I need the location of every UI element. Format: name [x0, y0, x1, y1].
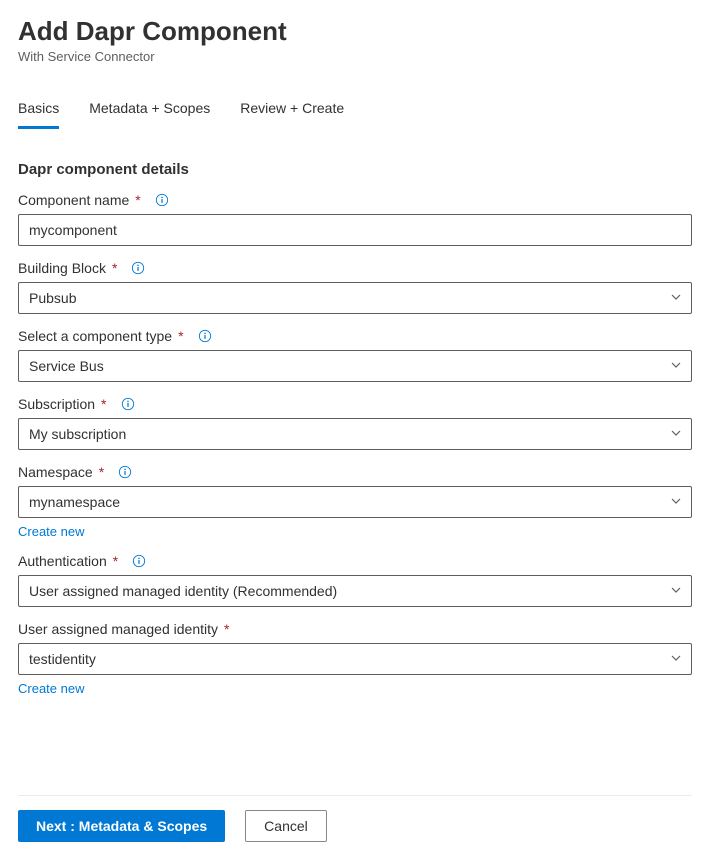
label-subscription: Subscription — [18, 396, 95, 412]
label-building-block: Building Block — [18, 260, 106, 276]
info-icon[interactable] — [121, 397, 135, 411]
info-icon[interactable] — [131, 261, 145, 275]
create-new-namespace-link[interactable]: Create new — [18, 524, 84, 539]
info-icon[interactable] — [132, 554, 146, 568]
tab-bar: Basics Metadata + Scopes Review + Create — [18, 94, 692, 129]
component-name-input[interactable] — [18, 214, 692, 246]
required-marker: * — [101, 396, 106, 412]
section-title: Dapr component details — [18, 161, 692, 178]
required-marker: * — [224, 621, 229, 637]
required-marker: * — [99, 464, 104, 480]
info-icon[interactable] — [155, 193, 169, 207]
tab-review-create[interactable]: Review + Create — [240, 94, 344, 129]
field-subscription: Subscription * — [18, 396, 692, 450]
next-button[interactable]: Next : Metadata & Scopes — [18, 810, 225, 842]
uami-select[interactable] — [18, 643, 692, 675]
field-component-name: Component name * — [18, 192, 692, 246]
field-authentication: Authentication * — [18, 553, 692, 607]
create-new-uami-link[interactable]: Create new — [18, 681, 84, 696]
panel-subtitle: With Service Connector — [18, 49, 287, 64]
info-icon[interactable] — [118, 465, 132, 479]
info-icon[interactable] — [198, 329, 212, 343]
tab-basics[interactable]: Basics — [18, 94, 59, 129]
field-uami: User assigned managed identity * Create … — [18, 621, 692, 696]
component-type-select[interactable] — [18, 350, 692, 382]
label-uami: User assigned managed identity — [18, 621, 218, 637]
authentication-select[interactable] — [18, 575, 692, 607]
required-marker: * — [112, 260, 117, 276]
field-namespace: Namespace * Create new — [18, 464, 692, 539]
field-building-block: Building Block * — [18, 260, 692, 314]
label-namespace: Namespace — [18, 464, 93, 480]
building-block-select[interactable] — [18, 282, 692, 314]
label-component-name: Component name — [18, 192, 129, 208]
label-authentication: Authentication — [18, 553, 107, 569]
label-component-type: Select a component type — [18, 328, 172, 344]
add-dapr-component-panel: Add Dapr Component With Service Connecto… — [0, 0, 710, 860]
tab-metadata-scopes[interactable]: Metadata + Scopes — [89, 94, 210, 129]
subscription-select[interactable] — [18, 418, 692, 450]
close-icon[interactable] — [684, 16, 692, 42]
cancel-button[interactable]: Cancel — [245, 810, 327, 842]
required-marker: * — [113, 553, 118, 569]
footer: Next : Metadata & Scopes Cancel — [18, 795, 692, 860]
panel-title: Add Dapr Component — [18, 16, 287, 47]
required-marker: * — [178, 328, 183, 344]
namespace-select[interactable] — [18, 486, 692, 518]
field-component-type: Select a component type * — [18, 328, 692, 382]
required-marker: * — [135, 192, 140, 208]
